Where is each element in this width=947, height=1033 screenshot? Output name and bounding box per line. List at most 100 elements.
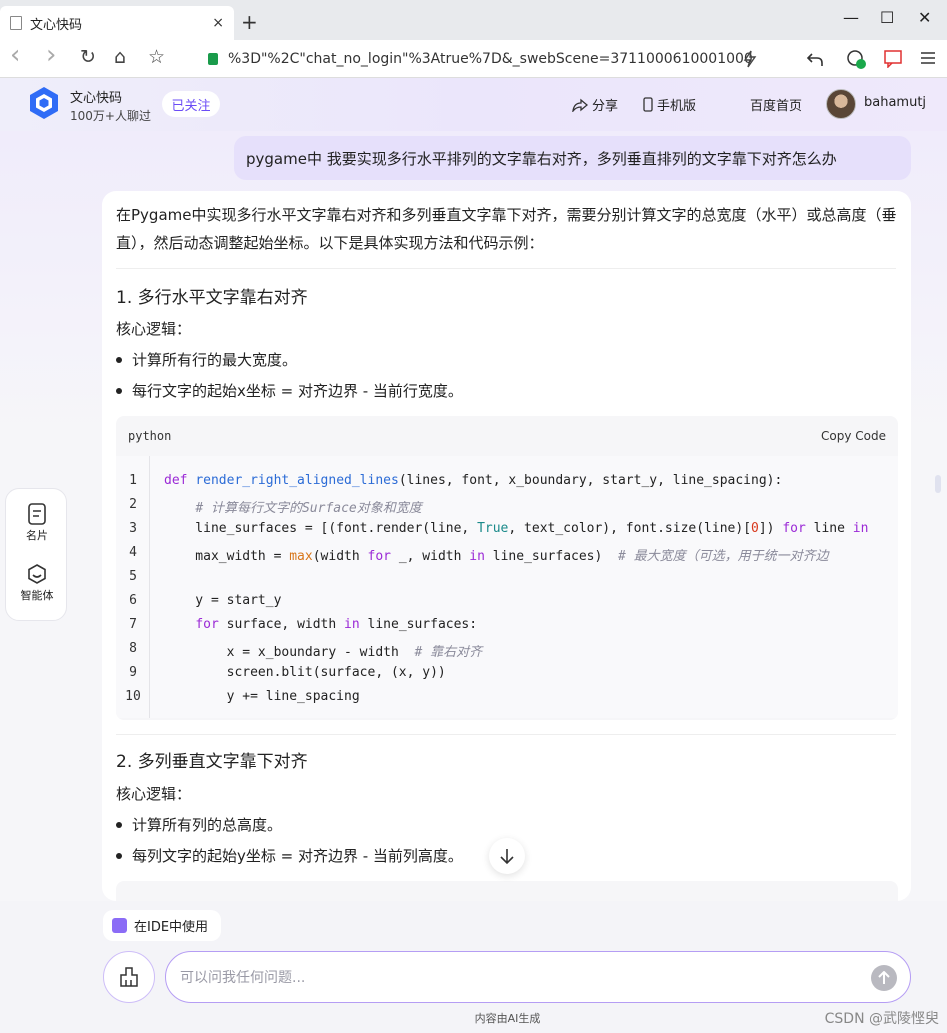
list-item: 计算所有列的总高度。 bbox=[116, 814, 282, 835]
close-window-button[interactable]: ✕ bbox=[918, 8, 931, 27]
code-line: y += line_spacing bbox=[164, 689, 360, 704]
brush-icon bbox=[120, 967, 138, 987]
home-button[interactable]: ⌂ bbox=[114, 46, 126, 68]
agent-label: 智能体 bbox=[20, 589, 54, 602]
line-number: 10 bbox=[125, 689, 141, 704]
address-toolbar: ‹ › ↻ ⌂ ☆ %3D"%2C"chat_no_login"%3Atrue%… bbox=[0, 40, 947, 78]
chat-input[interactable]: 可以问我任何问题... bbox=[165, 951, 911, 1003]
list-item: 每列文字的起始y坐标 = 对齐边界 - 当前列高度。 bbox=[116, 845, 463, 866]
ai-generated-note: 内容由AI生成 bbox=[474, 1012, 541, 1025]
phone-icon bbox=[643, 97, 653, 112]
share-link[interactable]: 分享 bbox=[572, 95, 618, 114]
undo-icon[interactable] bbox=[806, 51, 824, 67]
code-body[interactable]: 1 2 3 4 5 6 7 8 9 10 def render_right_al… bbox=[116, 456, 898, 718]
app-name[interactable]: 文心快码 bbox=[70, 87, 122, 106]
floating-sidebar: 名片 智能体 bbox=[5, 488, 67, 621]
bullet-dot bbox=[116, 387, 122, 394]
scrollbar-thumb[interactable] bbox=[935, 475, 941, 493]
avatar[interactable] bbox=[826, 89, 856, 119]
code-line: def render_right_aligned_lines(lines, fo… bbox=[164, 473, 783, 488]
section-2-title: 2. 多列垂直文字靠下对齐 bbox=[116, 752, 308, 772]
list-item-text: 每行文字的起始x坐标 = 对齐边界 - 当前行宽度。 bbox=[132, 382, 463, 400]
browser-tab-bar: 文心快码 × + — ☐ ✕ bbox=[0, 0, 947, 40]
url-text: %3D"%2C"chat_no_login"%3Atrue%7D&_swebSc… bbox=[228, 51, 753, 67]
mobile-label: 手机版 bbox=[657, 99, 697, 114]
agent-icon bbox=[28, 564, 46, 584]
line-number: 4 bbox=[129, 545, 137, 560]
list-item-text: 计算所有行的最大宽度。 bbox=[132, 351, 298, 369]
extension-icon[interactable] bbox=[846, 49, 868, 71]
list-item: 计算所有行的最大宽度。 bbox=[116, 349, 297, 370]
line-number: 7 bbox=[129, 617, 137, 632]
tab-title: 文心快码 bbox=[30, 17, 83, 33]
agent-button[interactable]: 智能体 bbox=[6, 563, 68, 603]
code-block-partial bbox=[116, 881, 898, 901]
ide-label: 在IDE中使用 bbox=[134, 920, 209, 935]
list-item-text: 计算所有列的总高度。 bbox=[132, 816, 283, 834]
feedback-icon[interactable] bbox=[884, 50, 902, 68]
line-number: 5 bbox=[129, 569, 137, 584]
app-header: 文心快码 100万+人聊过 已关注 分享 手机版 百度首页 bahamutj bbox=[0, 78, 947, 131]
code-line: x = x_boundary - width # 靠右对齐 bbox=[164, 645, 483, 660]
card-label: 名片 bbox=[26, 529, 48, 542]
scroll-down-button[interactable] bbox=[489, 838, 525, 874]
line-number: 6 bbox=[129, 593, 137, 608]
share-icon bbox=[572, 98, 588, 112]
bookmark-star-icon[interactable]: ☆ bbox=[148, 46, 165, 68]
copy-code-button[interactable]: Copy Code bbox=[821, 429, 886, 443]
line-number: 9 bbox=[129, 665, 137, 680]
menu-icon[interactable] bbox=[920, 51, 936, 65]
line-number: 2 bbox=[129, 497, 137, 512]
lightning-icon[interactable] bbox=[742, 50, 758, 68]
card-icon bbox=[28, 503, 46, 525]
divider bbox=[116, 734, 896, 735]
list-item-text: 每列文字的起始y坐标 = 对齐边界 - 当前列高度。 bbox=[132, 847, 463, 865]
send-button[interactable] bbox=[871, 965, 897, 991]
mobile-link[interactable]: 手机版 bbox=[643, 95, 696, 114]
chat-input-placeholder: 可以问我任何问题... bbox=[180, 970, 306, 986]
line-number: 3 bbox=[129, 521, 137, 536]
arrow-down-icon bbox=[500, 849, 514, 865]
code-line: y = start_y bbox=[164, 593, 282, 608]
list-item: 每行文字的起始x坐标 = 对齐边界 - 当前行宽度。 bbox=[116, 380, 463, 401]
browser-tab[interactable]: 文心快码 × bbox=[0, 6, 234, 40]
code-language: python bbox=[128, 429, 172, 443]
follow-button[interactable]: 已关注 bbox=[162, 91, 220, 117]
bullet-dot bbox=[116, 852, 122, 859]
chat-area: pygame中 我要实现多行水平排列的文字靠右对齐，多列垂直排列的文字靠下对齐怎… bbox=[0, 131, 947, 901]
maximize-button[interactable]: ☐ bbox=[880, 8, 894, 27]
card-button[interactable]: 名片 bbox=[6, 503, 68, 543]
code-header: python Copy Code bbox=[116, 416, 898, 456]
url-field[interactable]: %3D"%2C"chat_no_login"%3Atrue%7D&_swebSc… bbox=[208, 45, 788, 73]
answer-intro: 在Pygame中实现多行水平文字靠右对齐和多列垂直文字靠下对齐，需要分别计算文字… bbox=[116, 206, 897, 252]
back-button[interactable]: ‹ bbox=[10, 40, 20, 70]
code-block: python Copy Code 1 2 3 4 5 6 7 8 9 10 de… bbox=[116, 416, 898, 720]
answer-card: 在Pygame中实现多行水平文字靠右对齐和多列垂直文字靠下对齐，需要分别计算文字… bbox=[102, 191, 911, 901]
username[interactable]: bahamutj bbox=[864, 95, 926, 110]
reload-button[interactable]: ↻ bbox=[80, 46, 96, 68]
code-line: max_width = max(width for _, width in li… bbox=[164, 549, 829, 564]
new-chat-button[interactable] bbox=[103, 951, 155, 1003]
section-1-logic-label: 核心逻辑： bbox=[116, 320, 192, 338]
bullet-dot bbox=[116, 356, 122, 363]
wenxin-logo bbox=[30, 87, 58, 119]
user-question-bubble: pygame中 我要实现多行水平排列的文字靠右对齐，多列垂直排列的文字靠下对齐怎… bbox=[234, 136, 911, 180]
tab-close-icon[interactable]: × bbox=[212, 15, 224, 31]
section-1-title: 1. 多行水平文字靠右对齐 bbox=[116, 288, 308, 308]
section-2-logic-label: 核心逻辑： bbox=[116, 785, 192, 803]
minimize-button[interactable]: — bbox=[843, 8, 859, 27]
watermark: CSDN @武陵悭臾 bbox=[824, 1011, 939, 1027]
line-number: 1 bbox=[129, 473, 137, 488]
new-tab-button[interactable]: + bbox=[241, 10, 258, 34]
baidu-home-link[interactable]: 百度首页 bbox=[750, 95, 802, 114]
line-number: 8 bbox=[129, 641, 137, 656]
divider bbox=[116, 268, 896, 269]
share-label: 分享 bbox=[592, 99, 619, 114]
ide-icon bbox=[112, 918, 127, 933]
page-icon bbox=[10, 16, 22, 30]
code-line: screen.blit(surface, (x, y)) bbox=[164, 665, 446, 680]
forward-button[interactable]: › bbox=[46, 40, 56, 70]
use-in-ide-button[interactable]: 在IDE中使用 bbox=[103, 910, 221, 941]
app-subtitle: 100万+人聊过 bbox=[70, 109, 151, 123]
code-line: for surface, width in line_surfaces: bbox=[195, 617, 478, 632]
